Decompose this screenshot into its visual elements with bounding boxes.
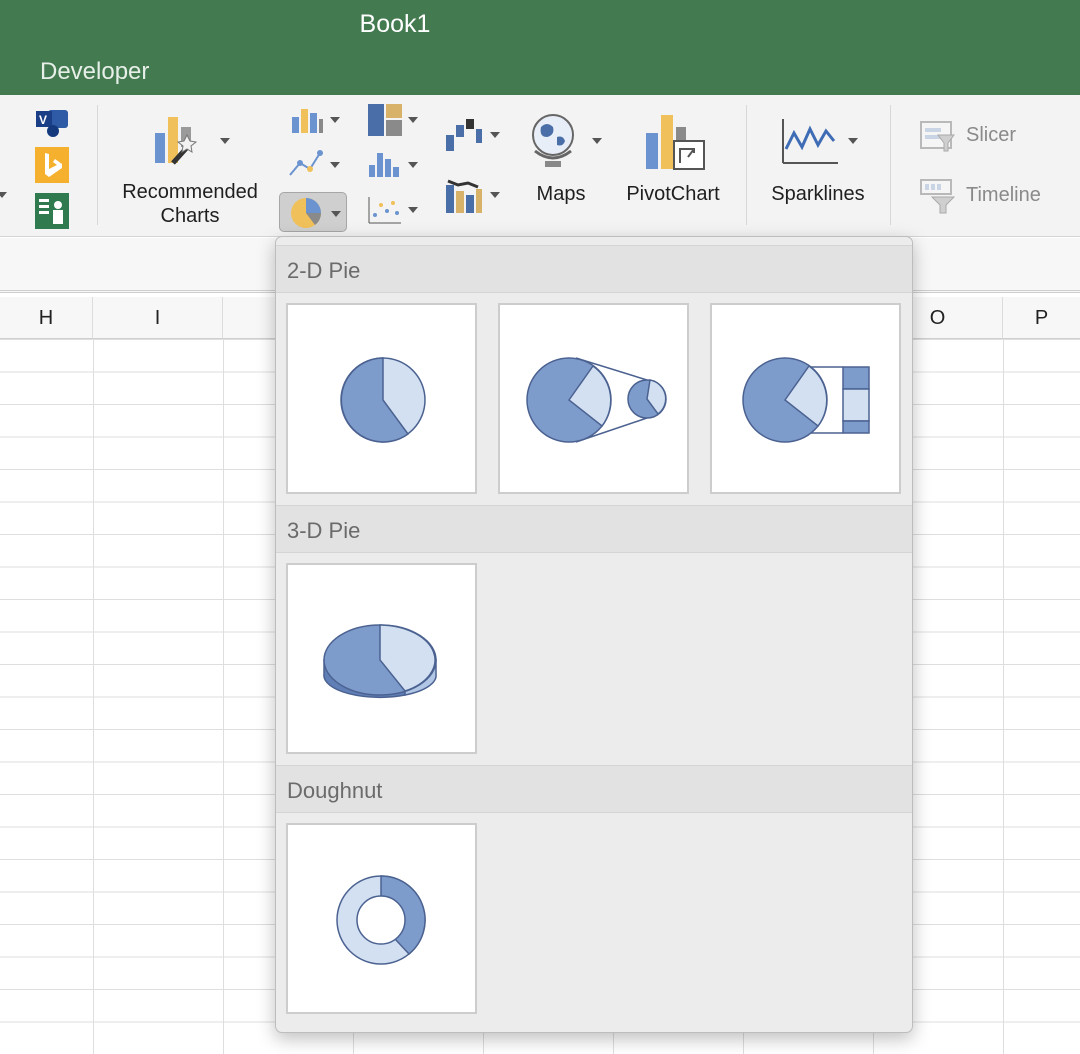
timeline-label[interactable]: Timeline	[966, 184, 1041, 207]
section-header-2d-pie: 2-D Pie	[276, 245, 912, 293]
column-chart-icon[interactable]	[290, 107, 324, 135]
chart-option-3d-pie[interactable]	[286, 563, 477, 754]
section-title: Doughnut	[287, 778, 383, 803]
grid-line	[1003, 339, 1004, 1054]
scatter-chart-icon[interactable]	[367, 195, 403, 225]
window-title: Book1	[359, 10, 431, 38]
chevron-down-icon[interactable]	[0, 192, 7, 198]
chevron-down-icon[interactable]	[592, 138, 602, 144]
maps-label[interactable]: Maps	[520, 183, 602, 206]
ribbon-separator	[97, 105, 98, 225]
chevron-down-icon[interactable]	[408, 207, 418, 213]
pie-chart-button[interactable]	[279, 192, 347, 232]
column-header-i[interactable]: I	[93, 297, 223, 339]
tab-developer[interactable]: Developer	[40, 58, 149, 86]
globe-icon[interactable]	[527, 111, 577, 171]
section-title: 3-D Pie	[287, 518, 361, 543]
grid-line	[223, 339, 224, 1054]
chevron-down-icon[interactable]	[408, 117, 418, 123]
3d-pie-icon	[323, 624, 437, 699]
pivotchart-icon[interactable]	[644, 113, 708, 171]
chevron-down-icon[interactable]	[490, 132, 500, 138]
ribbon-separator	[746, 105, 747, 225]
chart-option-pie-of-pie[interactable]	[498, 303, 689, 494]
people-graph-icon[interactable]	[35, 193, 69, 229]
chevron-down-icon[interactable]	[848, 138, 858, 144]
sparklines-icon[interactable]	[780, 117, 840, 167]
chevron-down-icon[interactable]	[330, 117, 340, 123]
pie-chart-icon	[291, 198, 321, 228]
column-header-p[interactable]: P	[1003, 297, 1080, 339]
combo-chart-icon[interactable]	[444, 175, 484, 215]
slicer-icon[interactable]	[920, 121, 956, 153]
pie-chart-dropdown: 2-D Pie 3-D Pie Doughnut	[275, 236, 913, 1033]
column-header-h[interactable]: H	[0, 297, 93, 339]
ribbon: V Recommended Charts Maps PivotChart Spa…	[0, 95, 1080, 237]
bar-of-pie-icon	[742, 357, 870, 443]
doughnut-icon	[336, 875, 426, 965]
visio-icon[interactable]: V	[34, 107, 70, 137]
recommended-charts-label-line1[interactable]: Recommended	[110, 181, 270, 204]
title-bar: Book1 Developer	[0, 0, 1080, 95]
line-chart-icon[interactable]	[288, 149, 324, 179]
pie-of-pie-icon	[526, 357, 667, 443]
chevron-down-icon	[331, 211, 341, 217]
bing-icon[interactable]	[35, 147, 69, 183]
chart-option-pie[interactable]	[286, 303, 477, 494]
ribbon-separator	[890, 105, 891, 225]
statistic-chart-icon[interactable]	[367, 151, 403, 179]
chevron-down-icon[interactable]	[490, 192, 500, 198]
chevron-down-icon[interactable]	[220, 138, 230, 144]
svg-text:V: V	[39, 113, 47, 127]
pivotchart-label[interactable]: PivotChart	[612, 183, 734, 206]
grid-line	[93, 339, 94, 1054]
pie-icon	[340, 357, 426, 443]
chart-option-doughnut[interactable]	[286, 823, 477, 1014]
recommended-charts-label-line2[interactable]: Charts	[110, 205, 270, 228]
section-header-3d-pie: 3-D Pie	[276, 505, 912, 553]
section-title: 2-D Pie	[287, 258, 361, 283]
chevron-down-icon[interactable]	[330, 162, 340, 168]
slicer-label[interactable]: Slicer	[966, 124, 1016, 147]
chevron-down-icon[interactable]	[408, 162, 418, 168]
chart-option-bar-of-pie[interactable]	[710, 303, 901, 494]
section-header-doughnut: Doughnut	[276, 765, 912, 813]
timeline-icon[interactable]	[920, 179, 958, 215]
hierarchy-chart-icon[interactable]	[367, 103, 403, 137]
sparklines-label[interactable]: Sparklines	[758, 183, 878, 206]
waterfall-chart-icon[interactable]	[444, 115, 484, 153]
